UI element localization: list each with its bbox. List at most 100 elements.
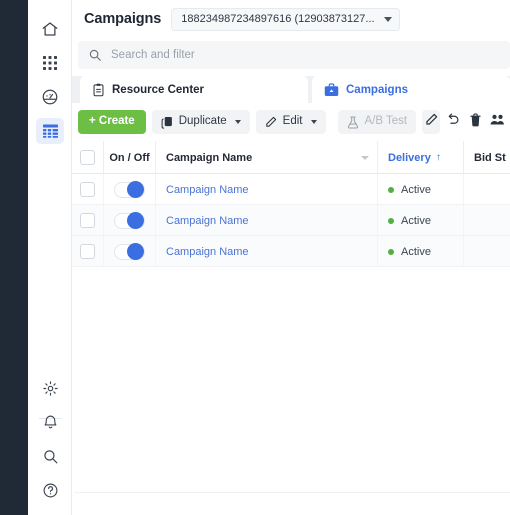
row-onoff-cell (104, 174, 156, 205)
gear-icon (36, 375, 64, 401)
chevron-down-icon (310, 120, 317, 124)
audience-button[interactable] (488, 110, 506, 134)
account-selector-value: 188234987234897616 (12903873127... (181, 13, 375, 25)
search-icon (88, 48, 102, 62)
status-dot-icon (388, 186, 394, 193)
chevron-down-icon (383, 16, 392, 22)
table-row[interactable]: Campaign Name Active (72, 236, 510, 267)
page-title: Campaigns (84, 11, 162, 27)
undo-icon (446, 113, 460, 131)
toggle-knob (127, 243, 144, 260)
delete-button[interactable] (466, 110, 484, 134)
edit-button[interactable]: Edit (255, 110, 326, 134)
column-header-name[interactable]: Campaign Name (156, 141, 378, 174)
row-onoff-cell (104, 205, 156, 236)
pencil-icon (425, 113, 438, 131)
sort-ascending-icon: ↑ (435, 152, 441, 163)
onoff-toggle[interactable] (114, 212, 145, 229)
sidebar-item-search[interactable] (28, 439, 72, 473)
sidebar-icon-rail (28, 0, 72, 515)
tab-campaigns[interactable]: Campaigns (312, 76, 510, 103)
table-row[interactable]: Campaign Name Active (72, 174, 510, 205)
column-header-onoff[interactable]: On / Off (104, 141, 156, 174)
bell-icon (36, 409, 64, 435)
column-header-bid[interactable]: Bid St (464, 141, 510, 174)
page-header: Campaigns 188234987234897616 (1290387312… (72, 0, 510, 38)
status-badge: Active (388, 246, 431, 258)
select-all-header (72, 141, 104, 174)
search-area (72, 38, 510, 74)
table-row[interactable]: Campaign Name Active (72, 205, 510, 236)
main-panel: Campaigns 188234987234897616 (1290387312… (72, 0, 510, 515)
briefcase-icon (324, 82, 339, 97)
column-header-label: Campaign Name (166, 151, 253, 164)
audience-icon (490, 113, 505, 131)
sidebar-bottom-group (28, 371, 72, 507)
home-icon (36, 16, 64, 42)
dashboard-gauge-icon (36, 84, 64, 110)
edit-icon-button[interactable] (422, 110, 441, 134)
duplicate-button-label: Duplicate (178, 115, 227, 128)
search-bar[interactable] (78, 41, 510, 69)
column-header-delivery[interactable]: Delivery ↑ (378, 141, 464, 174)
row-checkbox[interactable] (80, 213, 95, 228)
chevron-down-icon (234, 120, 241, 124)
bottom-divider (74, 492, 510, 493)
sidebar-item-notifications[interactable] (28, 405, 72, 439)
campaign-name-link[interactable]: Campaign Name (166, 215, 249, 227)
row-onoff-cell (104, 236, 156, 267)
status-label: Active (401, 214, 431, 227)
help-circle-icon (36, 477, 64, 503)
row-name-cell: Campaign Name (156, 205, 378, 236)
tab-label: Resource Center (112, 83, 205, 96)
table-grid-icon (36, 118, 64, 144)
status-label: Active (401, 183, 431, 196)
pencil-icon (265, 116, 277, 128)
row-delivery-cell: Active (378, 174, 464, 205)
campaigns-table: On / Off Campaign Name Delivery ↑ Bid St (72, 141, 510, 515)
sidebar-item-help[interactable] (28, 473, 72, 507)
sidebar-item-apps[interactable] (28, 46, 72, 80)
toggle-knob (127, 181, 144, 198)
status-dot-icon (388, 248, 394, 255)
sidebar-item-settings[interactable] (28, 371, 72, 405)
row-name-cell: Campaign Name (156, 236, 378, 267)
status-badge: Active (388, 184, 431, 196)
clipboard-icon (92, 83, 105, 97)
tab-resource-center[interactable]: Resource Center (80, 76, 308, 103)
left-dark-strip (0, 0, 28, 515)
row-bid-cell (464, 236, 510, 267)
row-name-cell: Campaign Name (156, 174, 378, 205)
onoff-toggle[interactable] (114, 181, 145, 198)
action-toolbar: + Create Duplicate Edit A/B Test (72, 103, 510, 141)
row-delivery-cell: Active (378, 236, 464, 267)
duplicate-button[interactable]: Duplicate (151, 110, 250, 134)
row-checkbox[interactable] (80, 182, 95, 197)
toggle-knob (127, 212, 144, 229)
flask-icon (347, 115, 359, 129)
create-button[interactable]: + Create (78, 110, 146, 134)
ab-test-button[interactable]: A/B Test (337, 110, 417, 134)
row-bid-cell (464, 174, 510, 205)
onoff-toggle[interactable] (114, 243, 145, 260)
undo-button[interactable] (444, 110, 462, 134)
ab-test-button-label: A/B Test (364, 115, 408, 128)
row-select-cell (72, 174, 104, 205)
select-all-checkbox[interactable] (80, 150, 95, 165)
search-icon (36, 443, 64, 469)
campaign-name-link[interactable]: Campaign Name (166, 246, 249, 258)
row-checkbox[interactable] (80, 244, 95, 259)
sidebar-item-home[interactable] (28, 12, 72, 46)
apps-grid-icon (36, 50, 64, 76)
account-selector[interactable]: 188234987234897616 (12903873127... (171, 7, 400, 31)
column-header-label: Bid St (474, 151, 506, 164)
sidebar-item-dashboard[interactable] (28, 80, 72, 114)
campaign-name-link[interactable]: Campaign Name (166, 184, 249, 196)
search-input[interactable] (111, 49, 441, 61)
tab-strip: Resource Center Campaigns (72, 76, 510, 103)
column-header-label: On / Off (109, 151, 150, 164)
chevron-down-icon[interactable] (361, 155, 369, 160)
sidebar-item-campaigns[interactable] (28, 114, 72, 148)
status-label: Active (401, 245, 431, 258)
column-header-label: Delivery (388, 151, 431, 164)
